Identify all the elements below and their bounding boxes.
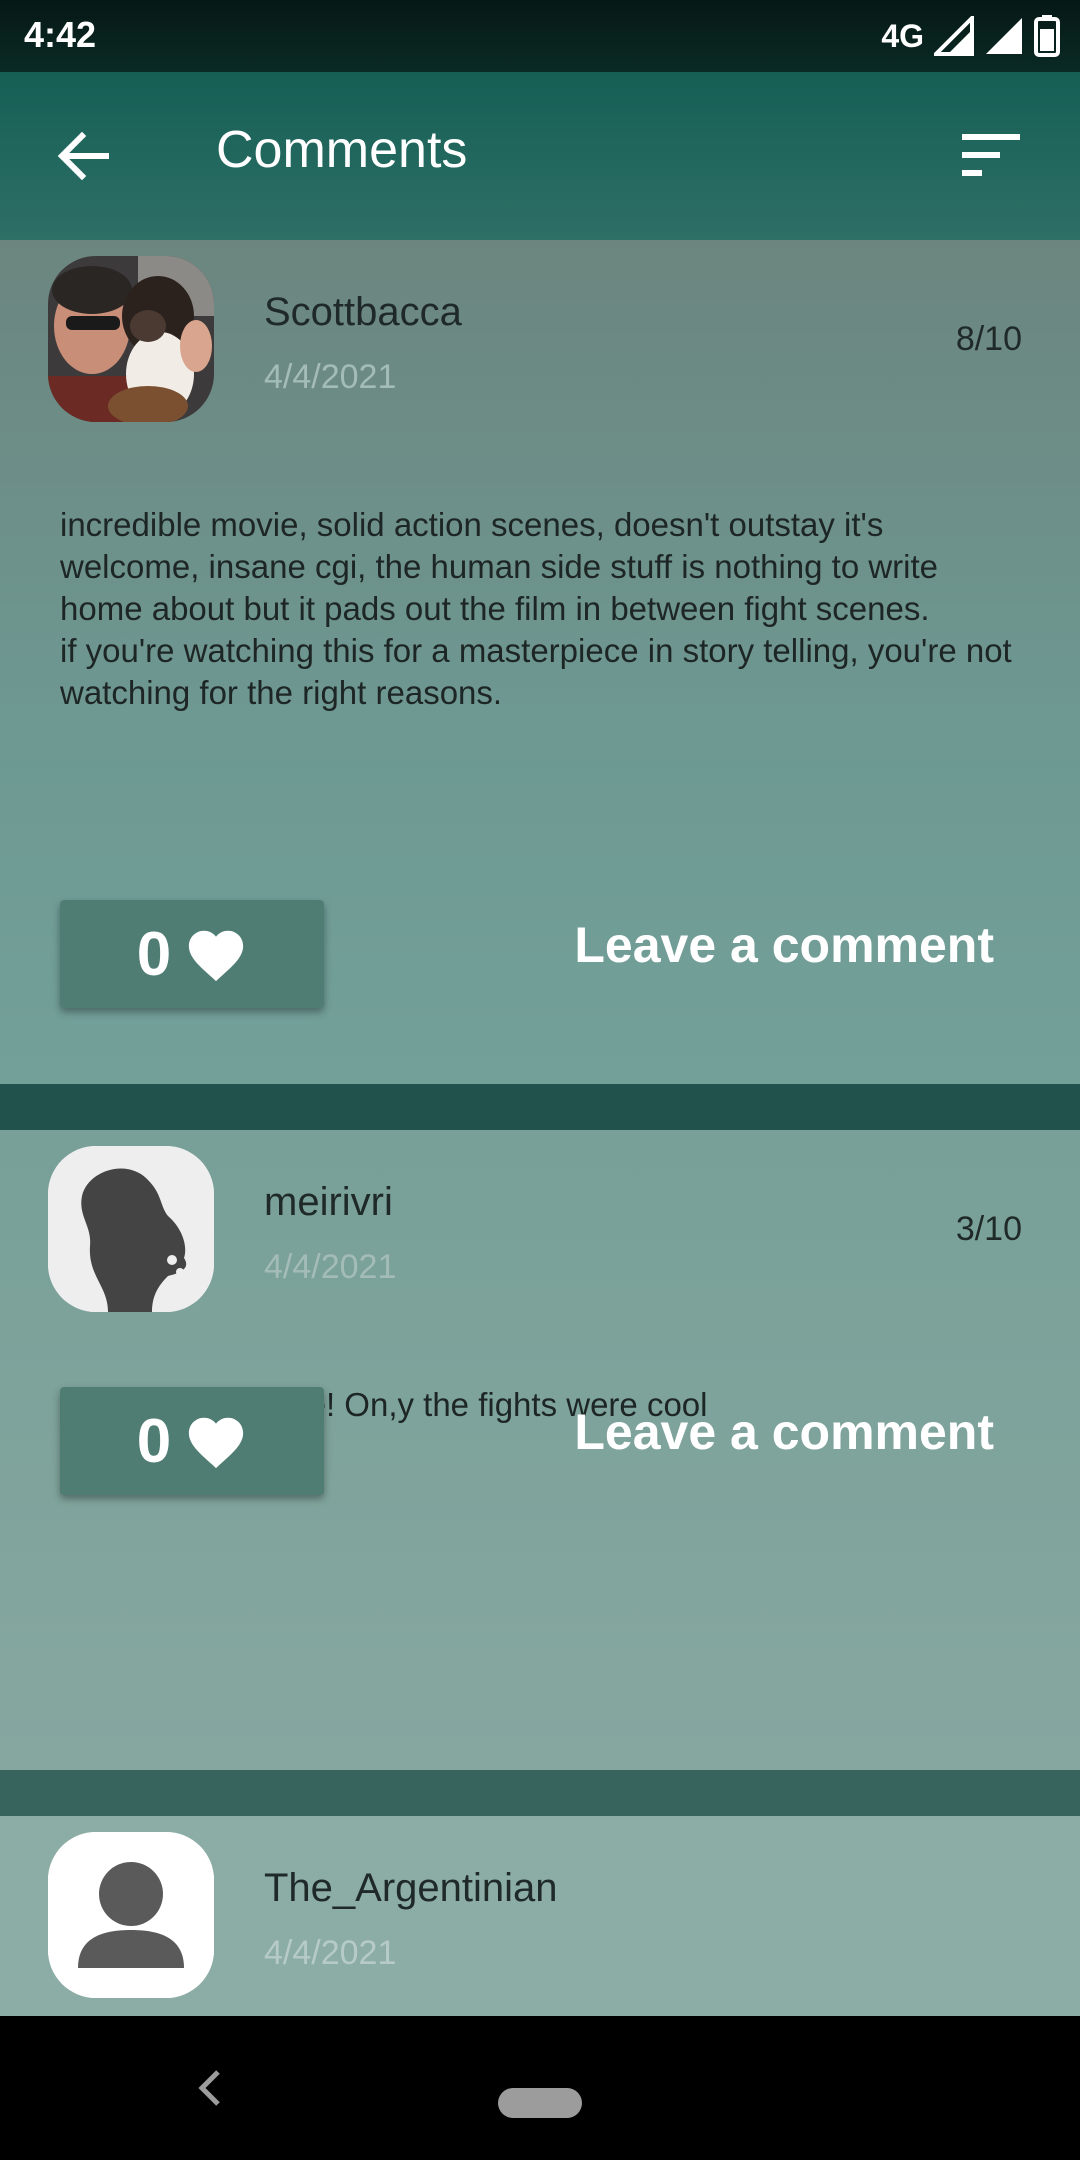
user-photo-icon (48, 256, 214, 422)
username[interactable]: Scottbacca (264, 290, 462, 335)
silhouette-icon (48, 1146, 214, 1312)
comment-date: 4/4/2021 (264, 358, 397, 396)
status-bar: 4:42 4G (0, 0, 1080, 72)
comment-date: 4/4/2021 (264, 1934, 397, 1972)
comment-date: 4/4/2021 (264, 1248, 397, 1286)
comment-text: incredible movie, solid action scenes, d… (60, 506, 1012, 711)
network-type: 4G (881, 17, 924, 54)
avatar[interactable] (48, 1832, 214, 1998)
home-pill[interactable] (498, 2088, 582, 2118)
like-count: 0 (136, 919, 172, 989)
sort-icon[interactable] (960, 130, 1022, 180)
avatar[interactable] (48, 1146, 214, 1312)
back-arrow-icon[interactable] (52, 124, 116, 188)
heart-icon (189, 930, 244, 982)
comment-card: meirivri 4/4/2021 3/10 What a bad movie!… (0, 1130, 1080, 1770)
like-button[interactable]: 0 (60, 1387, 324, 1495)
rating: 8/10 (955, 320, 1022, 358)
divider (0, 1770, 1080, 1816)
like-count: 0 (136, 1406, 172, 1476)
signal-icon (934, 16, 974, 56)
heart-icon (189, 1417, 244, 1469)
app-bar: Comments (0, 72, 1080, 240)
status-icons: 4G (881, 12, 1060, 60)
status-time: 4:42 (24, 14, 97, 55)
nav-back-icon[interactable] (196, 2068, 222, 2108)
like-button[interactable]: 0 (60, 900, 324, 1008)
username[interactable]: The_Argentinian (264, 1866, 558, 1911)
comment-card: Scottbacca 4/4/2021 8/10 incredible movi… (0, 240, 1080, 1084)
battery-icon (1034, 15, 1060, 57)
rating: 3/10 (955, 1210, 1022, 1248)
avatar[interactable] (48, 256, 214, 422)
system-nav-bar (0, 2016, 1080, 2160)
leave-comment-button[interactable]: Leave a comment (574, 1403, 994, 1461)
leave-comment-button[interactable]: Leave a comment (574, 916, 994, 974)
username[interactable]: meirivri (264, 1180, 393, 1225)
page-title: Comments (216, 121, 468, 179)
comments-list[interactable]: Scottbacca 4/4/2021 8/10 incredible movi… (0, 240, 1080, 2016)
comment-card: The_Argentinian 4/4/2021 (0, 1816, 1080, 2016)
divider (0, 1084, 1080, 1130)
person-icon (48, 1832, 214, 1998)
signal-full-icon (986, 18, 1022, 54)
